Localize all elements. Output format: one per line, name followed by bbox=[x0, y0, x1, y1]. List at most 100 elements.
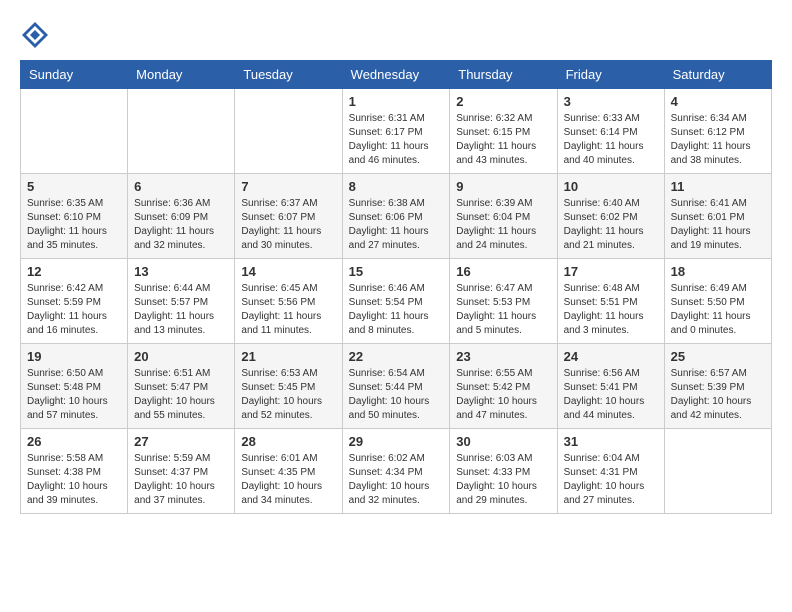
day-number: 20 bbox=[134, 349, 228, 364]
day-number: 17 bbox=[564, 264, 658, 279]
calendar-cell: 31 Sunrise: 6:04 AM Sunset: 4:31 PM Dayli… bbox=[557, 429, 664, 514]
day-number: 13 bbox=[134, 264, 228, 279]
day-number: 24 bbox=[564, 349, 658, 364]
calendar-cell: 9 Sunrise: 6:39 AM Sunset: 6:04 PM Daylig… bbox=[450, 174, 557, 259]
calendar-cell: 17 Sunrise: 6:48 AM Sunset: 5:51 PM Dayli… bbox=[557, 259, 664, 344]
day-number: 28 bbox=[241, 434, 335, 449]
day-info: Sunrise: 6:48 AM Sunset: 5:51 PM Dayligh… bbox=[564, 282, 658, 338]
calendar-cell: 21 Sunrise: 6:53 AM Sunset: 5:45 PM Dayli… bbox=[235, 344, 342, 429]
calendar-cell: 27 Sunrise: 5:59 AM Sunset: 4:37 PM Dayli… bbox=[128, 429, 235, 514]
calendar-cell: 30 Sunrise: 6:03 AM Sunset: 4:33 PM Dayli… bbox=[450, 429, 557, 514]
calendar-cell: 25 Sunrise: 6:57 AM Sunset: 5:39 PM Dayli… bbox=[664, 344, 771, 429]
day-info: Sunrise: 6:56 AM Sunset: 5:41 PM Dayligh… bbox=[564, 367, 658, 423]
calendar-cell: 28 Sunrise: 6:01 AM Sunset: 4:35 PM Dayli… bbox=[235, 429, 342, 514]
calendar-cell: 5 Sunrise: 6:35 AM Sunset: 6:10 PM Daylig… bbox=[21, 174, 128, 259]
day-info: Sunrise: 6:33 AM Sunset: 6:14 PM Dayligh… bbox=[564, 112, 658, 168]
day-number: 31 bbox=[564, 434, 658, 449]
day-number: 16 bbox=[456, 264, 550, 279]
day-info: Sunrise: 6:53 AM Sunset: 5:45 PM Dayligh… bbox=[241, 367, 335, 423]
day-number: 11 bbox=[671, 179, 765, 194]
weekday-header-cell: Tuesday bbox=[235, 61, 342, 89]
calendar-cell bbox=[128, 89, 235, 174]
day-info: Sunrise: 6:49 AM Sunset: 5:50 PM Dayligh… bbox=[671, 282, 765, 338]
day-info: Sunrise: 6:34 AM Sunset: 6:12 PM Dayligh… bbox=[671, 112, 765, 168]
day-number: 27 bbox=[134, 434, 228, 449]
calendar-cell: 14 Sunrise: 6:45 AM Sunset: 5:56 PM Dayli… bbox=[235, 259, 342, 344]
day-info: Sunrise: 6:41 AM Sunset: 6:01 PM Dayligh… bbox=[671, 197, 765, 253]
calendar-cell: 12 Sunrise: 6:42 AM Sunset: 5:59 PM Dayli… bbox=[21, 259, 128, 344]
day-number: 25 bbox=[671, 349, 765, 364]
calendar-cell: 24 Sunrise: 6:56 AM Sunset: 5:41 PM Dayli… bbox=[557, 344, 664, 429]
day-info: Sunrise: 6:38 AM Sunset: 6:06 PM Dayligh… bbox=[349, 197, 444, 253]
day-info: Sunrise: 6:01 AM Sunset: 4:35 PM Dayligh… bbox=[241, 452, 335, 508]
weekday-header-cell: Friday bbox=[557, 61, 664, 89]
day-info: Sunrise: 6:51 AM Sunset: 5:47 PM Dayligh… bbox=[134, 367, 228, 423]
day-number: 21 bbox=[241, 349, 335, 364]
calendar-cell: 4 Sunrise: 6:34 AM Sunset: 6:12 PM Daylig… bbox=[664, 89, 771, 174]
day-info: Sunrise: 6:42 AM Sunset: 5:59 PM Dayligh… bbox=[27, 282, 121, 338]
calendar-week-row: 5 Sunrise: 6:35 AM Sunset: 6:10 PM Daylig… bbox=[21, 174, 772, 259]
calendar-cell: 10Sunrise: 6:40 AM Sunset: 6:02 PM Dayli… bbox=[557, 174, 664, 259]
day-number: 22 bbox=[349, 349, 444, 364]
day-number: 26 bbox=[27, 434, 121, 449]
calendar-cell: 29 Sunrise: 6:02 AM Sunset: 4:34 PM Dayli… bbox=[342, 429, 450, 514]
day-number: 30 bbox=[456, 434, 550, 449]
calendar-cell: 7 Sunrise: 6:37 AM Sunset: 6:07 PM Daylig… bbox=[235, 174, 342, 259]
day-info: Sunrise: 6:54 AM Sunset: 5:44 PM Dayligh… bbox=[349, 367, 444, 423]
day-info: Sunrise: 6:50 AM Sunset: 5:48 PM Dayligh… bbox=[27, 367, 121, 423]
day-info: Sunrise: 6:03 AM Sunset: 4:33 PM Dayligh… bbox=[456, 452, 550, 508]
calendar-cell: 3Sunrise: 6:33 AM Sunset: 6:14 PM Daylig… bbox=[557, 89, 664, 174]
day-number: 6 bbox=[134, 179, 228, 194]
day-number: 8 bbox=[349, 179, 444, 194]
calendar-cell bbox=[235, 89, 342, 174]
calendar-week-row: 19 Sunrise: 6:50 AM Sunset: 5:48 PM Dayli… bbox=[21, 344, 772, 429]
day-number: 1 bbox=[349, 94, 444, 109]
day-info: Sunrise: 6:37 AM Sunset: 6:07 PM Dayligh… bbox=[241, 197, 335, 253]
calendar-cell: 1 Sunrise: 6:31 AM Sunset: 6:17 PM Daylig… bbox=[342, 89, 450, 174]
day-number: 4 bbox=[671, 94, 765, 109]
day-number: 15 bbox=[349, 264, 444, 279]
logo bbox=[20, 20, 52, 50]
calendar-week-row: 1 Sunrise: 6:31 AM Sunset: 6:17 PM Daylig… bbox=[21, 89, 772, 174]
calendar-cell: 16 Sunrise: 6:47 AM Sunset: 5:53 PM Dayli… bbox=[450, 259, 557, 344]
day-number: 18 bbox=[671, 264, 765, 279]
logo-icon bbox=[20, 20, 50, 50]
day-number: 14 bbox=[241, 264, 335, 279]
weekday-header-cell: Wednesday bbox=[342, 61, 450, 89]
calendar-cell: 11 Sunrise: 6:41 AM Sunset: 6:01 PM Dayli… bbox=[664, 174, 771, 259]
day-number: 7 bbox=[241, 179, 335, 194]
calendar-cell: 19 Sunrise: 6:50 AM Sunset: 5:48 PM Dayli… bbox=[21, 344, 128, 429]
page-header bbox=[20, 20, 772, 50]
calendar-cell: 6Sunrise: 6:36 AM Sunset: 6:09 PM Daylig… bbox=[128, 174, 235, 259]
day-number: 19 bbox=[27, 349, 121, 364]
day-info: Sunrise: 6:44 AM Sunset: 5:57 PM Dayligh… bbox=[134, 282, 228, 338]
day-info: Sunrise: 6:39 AM Sunset: 6:04 PM Dayligh… bbox=[456, 197, 550, 253]
day-info: Sunrise: 6:45 AM Sunset: 5:56 PM Dayligh… bbox=[241, 282, 335, 338]
day-info: Sunrise: 6:04 AM Sunset: 4:31 PM Dayligh… bbox=[564, 452, 658, 508]
day-number: 29 bbox=[349, 434, 444, 449]
calendar-table: SundayMondayTuesdayWednesdayThursdayFrid… bbox=[20, 60, 772, 514]
day-info: Sunrise: 6:57 AM Sunset: 5:39 PM Dayligh… bbox=[671, 367, 765, 423]
day-number: 12 bbox=[27, 264, 121, 279]
day-info: Sunrise: 6:46 AM Sunset: 5:54 PM Dayligh… bbox=[349, 282, 444, 338]
weekday-header-row: SundayMondayTuesdayWednesdayThursdayFrid… bbox=[21, 61, 772, 89]
calendar-cell: 26Sunrise: 5:58 AM Sunset: 4:38 PM Dayli… bbox=[21, 429, 128, 514]
weekday-header-cell: Saturday bbox=[664, 61, 771, 89]
day-number: 5 bbox=[27, 179, 121, 194]
calendar-cell: 13 Sunrise: 6:44 AM Sunset: 5:57 PM Dayli… bbox=[128, 259, 235, 344]
calendar-cell bbox=[21, 89, 128, 174]
calendar-cell: 15 Sunrise: 6:46 AM Sunset: 5:54 PM Dayli… bbox=[342, 259, 450, 344]
day-info: Sunrise: 6:55 AM Sunset: 5:42 PM Dayligh… bbox=[456, 367, 550, 423]
day-number: 9 bbox=[456, 179, 550, 194]
weekday-header-cell: Thursday bbox=[450, 61, 557, 89]
calendar-cell: 23Sunrise: 6:55 AM Sunset: 5:42 PM Dayli… bbox=[450, 344, 557, 429]
day-info: Sunrise: 6:47 AM Sunset: 5:53 PM Dayligh… bbox=[456, 282, 550, 338]
calendar-cell bbox=[664, 429, 771, 514]
calendar-cell: 22 Sunrise: 6:54 AM Sunset: 5:44 PM Dayli… bbox=[342, 344, 450, 429]
day-info: Sunrise: 6:31 AM Sunset: 6:17 PM Dayligh… bbox=[349, 112, 444, 168]
day-info: Sunrise: 6:35 AM Sunset: 6:10 PM Dayligh… bbox=[27, 197, 121, 253]
day-info: Sunrise: 6:02 AM Sunset: 4:34 PM Dayligh… bbox=[349, 452, 444, 508]
calendar-week-row: 12 Sunrise: 6:42 AM Sunset: 5:59 PM Dayli… bbox=[21, 259, 772, 344]
day-info: Sunrise: 5:59 AM Sunset: 4:37 PM Dayligh… bbox=[134, 452, 228, 508]
calendar-cell: 2Sunrise: 6:32 AM Sunset: 6:15 PM Daylig… bbox=[450, 89, 557, 174]
